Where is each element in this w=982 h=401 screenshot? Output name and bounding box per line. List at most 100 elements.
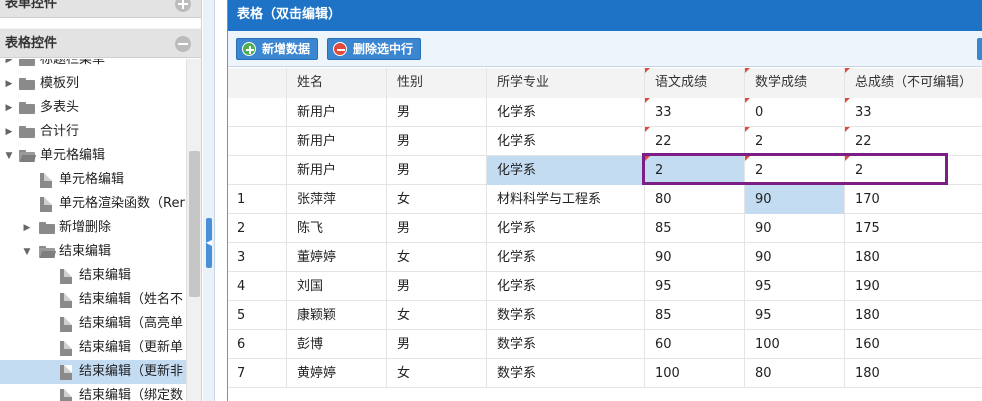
tree-item-cell-edit[interactable]: ▼ 单元格编辑 (0, 144, 186, 168)
tree-item-cell-renderer[interactable]: 单元格渲染函数（Rer (0, 192, 186, 216)
table-row[interactable]: 3 董婷婷女化学系 90 90 180 (228, 243, 982, 272)
cell-chinese[interactable]: 2 (645, 156, 745, 185)
table-row[interactable]: 6 彭博男数学系 60 100 160 (228, 330, 982, 359)
cell-major[interactable]: 数学系 (487, 301, 645, 330)
cell-chinese[interactable]: 100 (645, 359, 745, 388)
table-row[interactable]: 1 张萍萍女材料科学与工程系 80 90 170 (228, 185, 982, 214)
table-row[interactable]: 7 黄婷婷女数学系 100 80 180 (228, 359, 982, 388)
add-data-button[interactable]: 新增数据 (236, 38, 319, 60)
column-header-gender[interactable]: 性别 (387, 68, 487, 98)
tree-item-template-column[interactable]: ▶ 模板列 (0, 72, 186, 96)
tree-item-end-edit[interactable]: 结束编辑 (0, 264, 186, 288)
minus-icon[interactable] (175, 36, 191, 52)
cell-chinese[interactable]: 33 (645, 98, 745, 127)
cell-gender[interactable]: 男 (387, 272, 487, 301)
cell-major[interactable]: 化学系 (487, 243, 645, 272)
column-header-math[interactable]: 数学成绩 (745, 68, 845, 98)
cell-math[interactable]: 95 (745, 301, 845, 330)
section-header-form-controls[interactable]: 表单控件 (0, 0, 201, 18)
tree-item-title-menu[interactable]: ▶ 标题栏菜单 (0, 59, 186, 72)
plus-icon[interactable] (175, 0, 191, 12)
table-row[interactable]: 新用户男化学系 2 2 2 (228, 156, 982, 185)
tree-item-end-edit-bind[interactable]: 结束编辑（绑定数 (0, 384, 186, 401)
cell-chinese[interactable]: 95 (645, 272, 745, 301)
cell-gender[interactable]: 男 (387, 214, 487, 243)
cell-chinese[interactable]: 80 (645, 185, 745, 214)
cell-name[interactable]: 康颖颖 (287, 301, 387, 330)
cell-name[interactable]: 新用户 (287, 98, 387, 127)
cell-chinese[interactable]: 85 (645, 214, 745, 243)
region-splitter[interactable]: ◀ (203, 0, 215, 401)
cell-gender[interactable]: 男 (387, 127, 487, 156)
file-icon (60, 389, 72, 401)
cell-math[interactable]: 90 (745, 214, 845, 243)
cell-major[interactable]: 化学系 (487, 98, 645, 127)
cell-math[interactable]: 90 (745, 243, 845, 272)
cell-gender[interactable]: 女 (387, 185, 487, 214)
cell-name[interactable]: 新用户 (287, 156, 387, 185)
cell-gender[interactable]: 男 (387, 156, 487, 185)
cell-major[interactable]: 化学系 (487, 156, 645, 185)
tree-item-multi-header[interactable]: ▶ 多表头 (0, 96, 186, 120)
cell-math[interactable]: 0 (745, 98, 845, 127)
cell-chinese[interactable]: 85 (645, 301, 745, 330)
cell-major[interactable]: 化学系 (487, 272, 645, 301)
tree-item-add-delete[interactable]: ▶ 新增删除 (0, 216, 186, 240)
cell-major[interactable]: 化学系 (487, 127, 645, 156)
table-row[interactable]: 5 康颖颖女数学系 85 95 180 (228, 301, 982, 330)
section-header-grid-controls[interactable]: 表格控件 (0, 28, 201, 58)
scrollbar-thumb[interactable] (189, 151, 200, 297)
cell-name[interactable]: 新用户 (287, 127, 387, 156)
toolbar-overflow-button[interactable] (977, 38, 982, 60)
table-row[interactable]: 2 陈飞男化学系 85 90 175 (228, 214, 982, 243)
cell-math[interactable]: 90 (745, 185, 845, 214)
chevron-down-icon[interactable]: ▼ (4, 144, 14, 168)
column-header-major[interactable]: 所学专业 (487, 68, 645, 98)
cell-chinese[interactable]: 90 (645, 243, 745, 272)
chevron-right-icon[interactable]: ▶ (4, 96, 14, 120)
column-header-chinese[interactable]: 语文成绩 (645, 68, 745, 98)
cell-name[interactable]: 彭博 (287, 330, 387, 359)
cell-major[interactable]: 数学系 (487, 330, 645, 359)
cell-name[interactable]: 董婷婷 (287, 243, 387, 272)
chevron-down-icon[interactable]: ▼ (22, 240, 32, 264)
delete-selected-button[interactable]: 删除选中行 (327, 38, 422, 60)
collapse-handle[interactable]: ◀ (206, 218, 212, 268)
table-row[interactable]: 新用户男化学系 33 0 33 (228, 98, 982, 127)
cell-chinese[interactable]: 60 (645, 330, 745, 359)
cell-name[interactable]: 张萍萍 (287, 185, 387, 214)
tree-item-end-edit-folder[interactable]: ▼ 结束编辑 (0, 240, 186, 264)
cell-name[interactable]: 刘国 (287, 272, 387, 301)
tree-item-end-edit-highlight[interactable]: 结束编辑（高亮单 (0, 312, 186, 336)
cell-math[interactable]: 2 (745, 156, 845, 185)
tree-item-end-edit-update-other[interactable]: 结束编辑（更新非 (0, 360, 186, 384)
cell-gender[interactable]: 女 (387, 243, 487, 272)
tree-item-end-edit-update-cell[interactable]: 结束编辑（更新单 (0, 336, 186, 360)
column-header-name[interactable]: 姓名 (287, 68, 387, 98)
cell-major[interactable]: 材料科学与工程系 (487, 185, 645, 214)
cell-name[interactable]: 黄婷婷 (287, 359, 387, 388)
cell-math[interactable]: 80 (745, 359, 845, 388)
tree-item-end-edit-name[interactable]: 结束编辑（姓名不 (0, 288, 186, 312)
chevron-right-icon[interactable]: ▶ (4, 59, 14, 72)
tree-scrollbar[interactable] (186, 59, 201, 401)
cell-math[interactable]: 95 (745, 272, 845, 301)
cell-gender[interactable]: 男 (387, 330, 487, 359)
cell-major[interactable]: 数学系 (487, 359, 645, 388)
cell-gender[interactable]: 女 (387, 301, 487, 330)
cell-math[interactable]: 2 (745, 127, 845, 156)
cell-gender[interactable]: 女 (387, 359, 487, 388)
chevron-right-icon[interactable]: ▶ (4, 72, 14, 96)
chevron-right-icon[interactable]: ▶ (4, 120, 14, 144)
cell-math[interactable]: 100 (745, 330, 845, 359)
table-row[interactable]: 新用户男化学系 22 2 22 (228, 127, 982, 156)
table-row[interactable]: 4 刘国男化学系 95 95 190 (228, 272, 982, 301)
tree-item-summary-row[interactable]: ▶ 合计行 (0, 120, 186, 144)
cell-major[interactable]: 化学系 (487, 214, 645, 243)
column-header-total[interactable]: 总成绩（不可编辑） (845, 68, 982, 98)
tree-item-cell-edit-page[interactable]: 单元格编辑 (0, 168, 186, 192)
cell-name[interactable]: 陈飞 (287, 214, 387, 243)
cell-gender[interactable]: 男 (387, 98, 487, 127)
cell-chinese[interactable]: 22 (645, 127, 745, 156)
chevron-right-icon[interactable]: ▶ (22, 216, 32, 240)
